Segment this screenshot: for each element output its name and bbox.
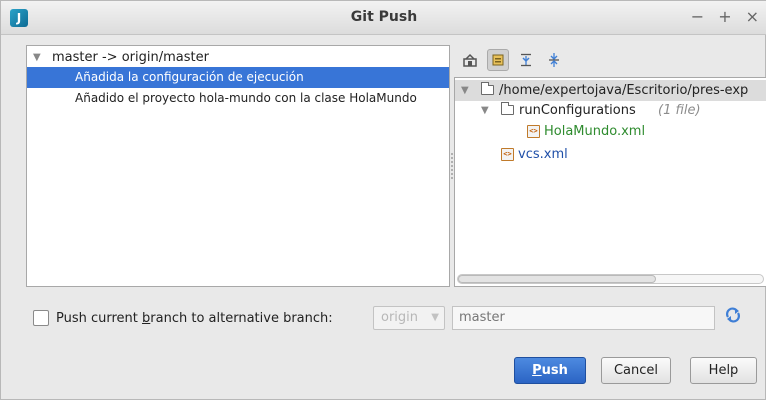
branch-label: master -> origin/master: [52, 50, 209, 65]
group-by-directory-icon[interactable]: [487, 49, 509, 71]
refresh-icon[interactable]: [725, 306, 743, 328]
alternative-branch-label: Push current branch to alternative branc…: [56, 310, 333, 326]
collapse-triangle-icon[interactable]: ▼: [461, 80, 469, 101]
chevron-down-icon: ▼: [431, 312, 439, 323]
remote-value: origin: [381, 310, 419, 325]
title-bar: J Git Push − + ×: [1, 1, 766, 35]
push-button[interactable]: Push: [514, 357, 586, 384]
alternative-branch-checkbox[interactable]: [33, 310, 49, 326]
collapse-triangle-icon[interactable]: ▼: [33, 47, 41, 68]
tree-folder-row[interactable]: ▼ runConfigurations (1 file): [455, 100, 766, 121]
folder-name: runConfigurations: [519, 103, 636, 118]
collapse-triangle-icon[interactable]: ▼: [481, 100, 489, 121]
minimize-button[interactable]: −: [691, 7, 704, 26]
branch-input[interactable]: master: [452, 306, 715, 330]
tree-root-row[interactable]: ▼ /home/expertojava/Escritorio/pres-exp: [455, 80, 766, 101]
cancel-button[interactable]: Cancel: [601, 357, 671, 384]
changes-toolbar: [459, 47, 565, 73]
commit-message: Añadida la configuración de ejecución: [75, 70, 304, 84]
alternative-branch-option[interactable]: Push current branch to alternative branc…: [33, 306, 333, 330]
xml-file-icon: <>: [501, 148, 514, 161]
expand-all-icon[interactable]: [515, 49, 537, 71]
close-button[interactable]: ×: [746, 7, 759, 26]
folder-icon: [481, 82, 494, 95]
xml-file-icon: <>: [527, 125, 540, 138]
horizontal-scrollbar[interactable]: [457, 274, 764, 284]
tree-root-path: /home/expertojava/Escritorio/pres-exp: [499, 83, 749, 98]
changed-files-tree: ▼ /home/expertojava/Escritorio/pres-exp …: [454, 77, 766, 287]
file-name: HolaMundo.xml: [544, 124, 646, 139]
commit-row[interactable]: Añadida la configuración de ejecución: [27, 67, 449, 88]
branch-row[interactable]: ▼ master -> origin/master: [27, 47, 449, 68]
tree-file-row[interactable]: <> HolaMundo.xml: [455, 121, 766, 142]
help-button[interactable]: Help: [690, 357, 757, 384]
maximize-button[interactable]: +: [718, 7, 731, 26]
collapse-all-icon[interactable]: [543, 49, 565, 71]
show-modules-icon[interactable]: [459, 49, 481, 71]
git-push-dialog: J Git Push − + × ▼ master -> origin/mast…: [0, 0, 766, 400]
scrollbar-thumb[interactable]: [458, 275, 656, 283]
commit-message: Añadido el proyecto hola-mundo con la cl…: [75, 91, 417, 105]
remote-dropdown[interactable]: origin ▼: [373, 306, 445, 330]
window-title: Git Push: [350, 9, 418, 25]
file-name: vcs.xml: [518, 147, 568, 162]
folder-icon: [501, 102, 514, 115]
commits-list: ▼ master -> origin/master Añadida la con…: [26, 45, 450, 287]
commit-row[interactable]: Añadido el proyecto hola-mundo con la cl…: [27, 88, 449, 109]
tree-file-row[interactable]: <> vcs.xml: [455, 144, 766, 165]
file-count: (1 file): [658, 103, 701, 118]
